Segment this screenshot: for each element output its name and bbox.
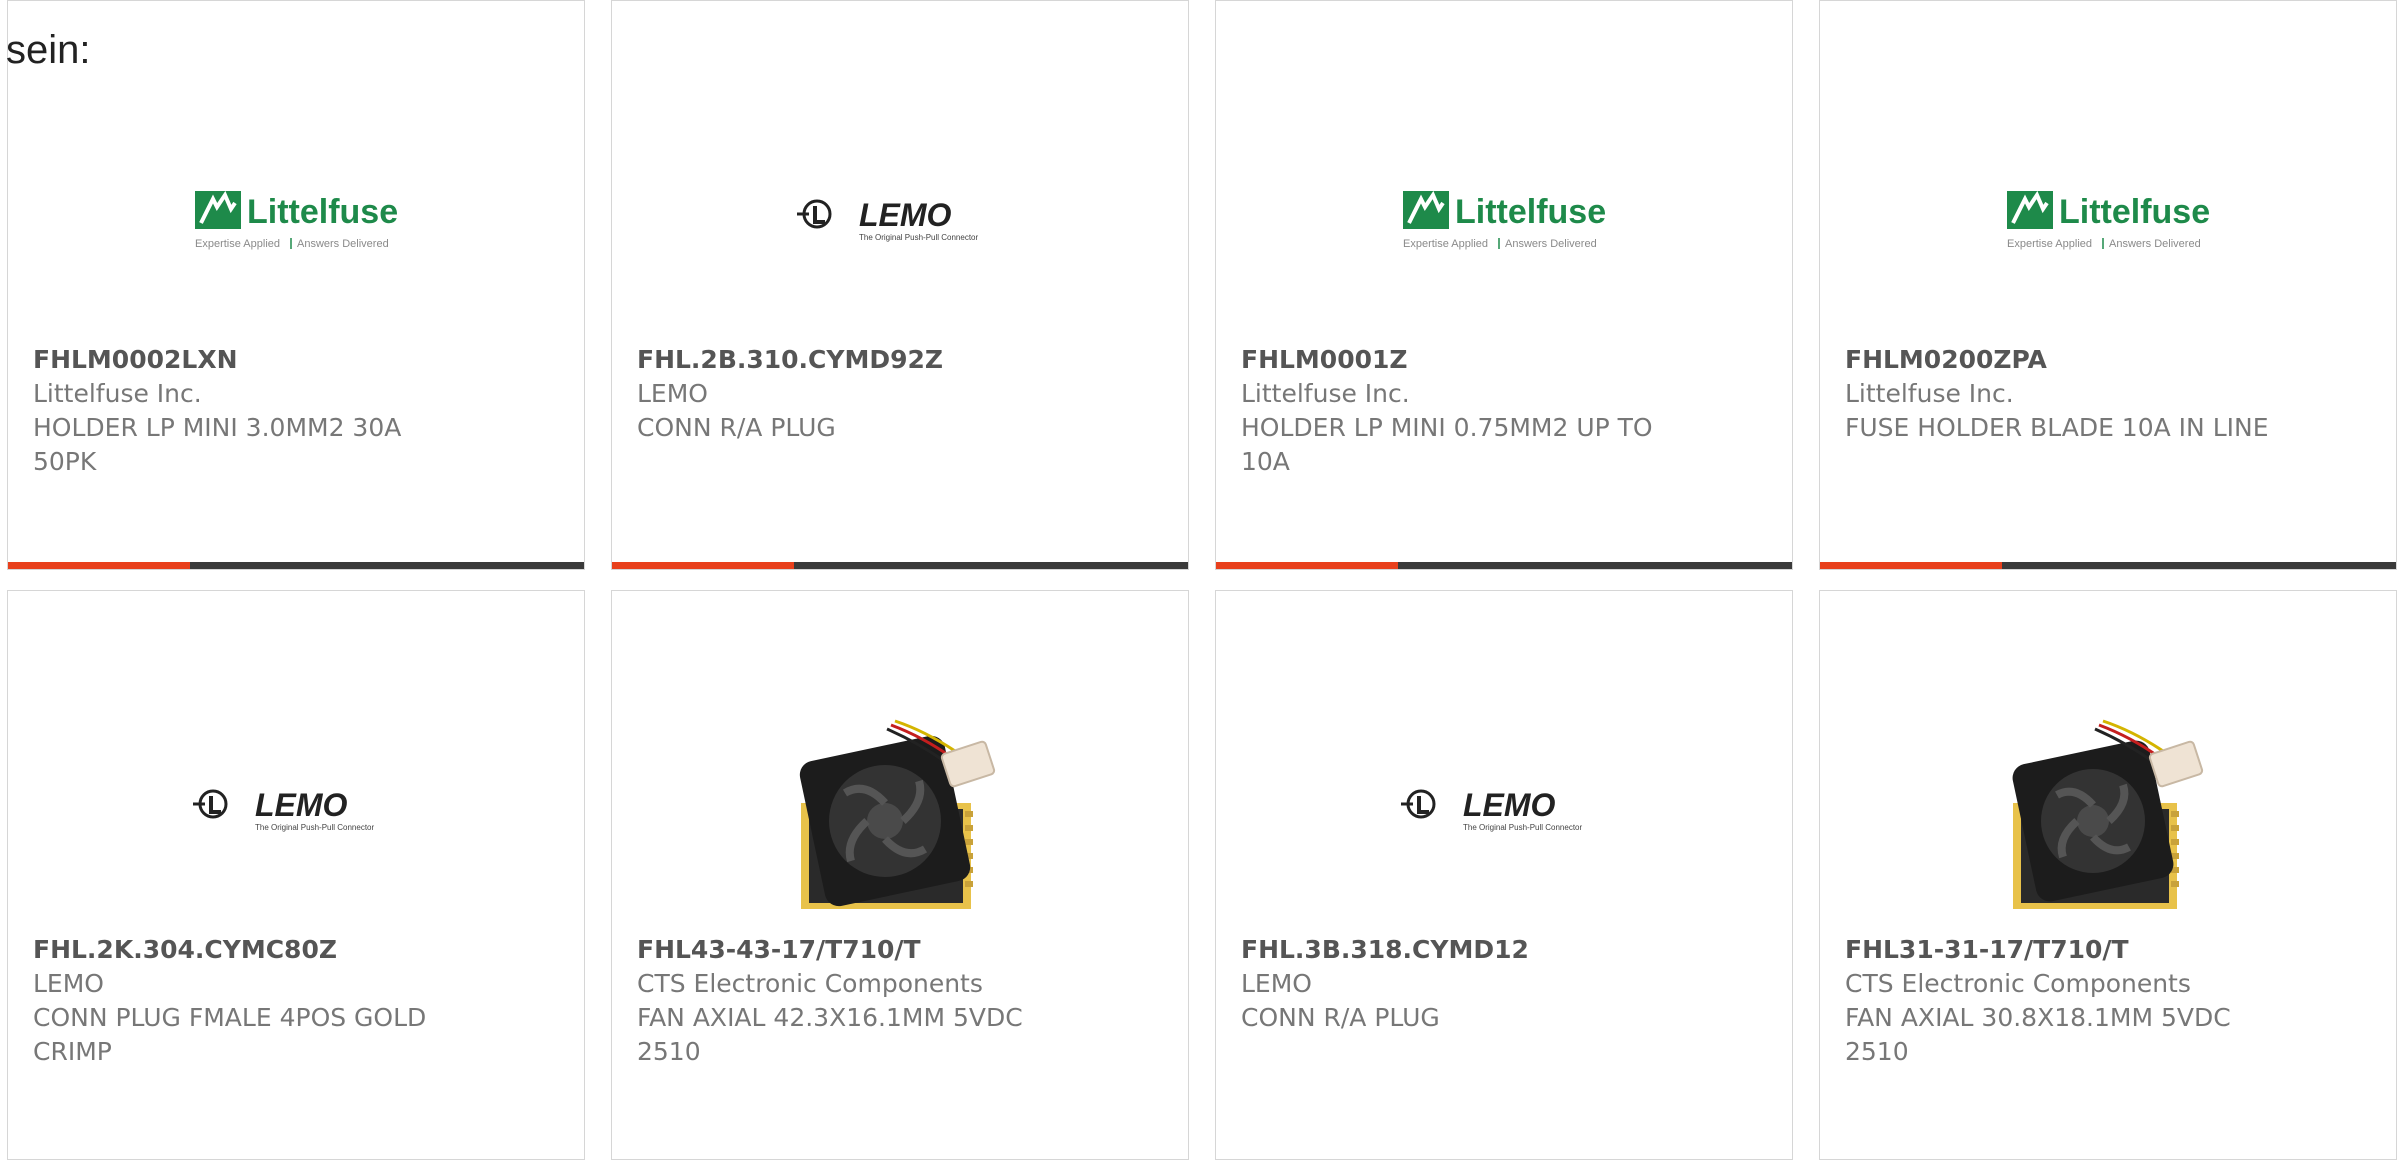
product-card[interactable]: FHL31-31-17/T710/T CTS Electronic Compon…	[1819, 590, 2397, 1160]
product-image[interactable]: Littelfuse Expertise Applied Answers Del…	[8, 121, 584, 321]
lemo-logo: LEMO The Original Push-Pull Connector	[1399, 786, 1609, 836]
littelfuse-wordmark: Littelfuse	[2059, 193, 2210, 231]
part-number[interactable]: FHL31-31-17/T710/T	[1845, 933, 2275, 967]
part-number[interactable]: FHLM0200ZPA	[1845, 343, 2275, 377]
product-description: CONN R/A PLUG	[637, 413, 836, 442]
product-card[interactable]: FHL43-43-17/T710/T CTS Electronic Compon…	[611, 590, 1189, 1160]
manufacturer: LEMO	[637, 379, 708, 408]
product-description: CONN PLUG FMALE 4POS GOLD CRIMP	[33, 1003, 427, 1066]
intro-text: sein:	[6, 28, 91, 72]
lemo-wordmark: LEMO	[1463, 787, 1556, 823]
littelfuse-tagline-left: Expertise Applied	[1403, 238, 1488, 250]
littelfuse-wordmark: Littelfuse	[247, 193, 398, 231]
card-accent	[612, 562, 794, 569]
card-footer-bar	[1820, 562, 2396, 569]
manufacturer: Littelfuse Inc.	[33, 379, 202, 408]
part-number[interactable]: FHL.3B.318.CYMD12	[1241, 933, 1671, 967]
manufacturer: Littelfuse Inc.	[1845, 379, 2014, 408]
littelfuse-tagline-right: Answers Delivered	[1505, 238, 1597, 250]
part-number[interactable]: FHL.2K.304.CYMC80Z	[33, 933, 463, 967]
littelfuse-tagline-right: Answers Delivered	[297, 238, 389, 250]
fan-photo	[2003, 711, 2213, 911]
card-footer-bar	[1216, 562, 1792, 569]
part-number[interactable]: FHLM0001Z	[1241, 343, 1671, 377]
littelfuse-tagline-right: Answers Delivered	[2109, 238, 2201, 250]
littelfuse-logo: Littelfuse Expertise Applied Answers Del…	[191, 185, 401, 257]
part-number[interactable]: FHL43-43-17/T710/T	[637, 933, 1067, 967]
product-card[interactable]: LEMO The Original Push-Pull Connector FH…	[1215, 590, 1793, 1160]
fan-photo	[795, 711, 1005, 911]
lemo-wordmark: LEMO	[255, 787, 348, 823]
littelfuse-tagline-left: Expertise Applied	[195, 238, 280, 250]
lemo-tagline: The Original Push-Pull Connector	[255, 823, 375, 832]
product-image[interactable]: Littelfuse Expertise Applied Answers Del…	[1216, 121, 1792, 321]
card-accent	[1216, 562, 1398, 569]
manufacturer: Littelfuse Inc.	[1241, 379, 1410, 408]
card-accent	[1820, 562, 2002, 569]
product-description: HOLDER LP MINI 0.75MM2 UP TO 10A	[1241, 413, 1653, 476]
product-card[interactable]: Littelfuse Expertise Applied Answers Del…	[7, 0, 585, 570]
card-accent	[8, 562, 190, 569]
part-number[interactable]: FHLM0002LXN	[33, 343, 463, 377]
manufacturer: LEMO	[33, 969, 104, 998]
product-image[interactable]: LEMO The Original Push-Pull Connector	[8, 711, 584, 911]
manufacturer: CTS Electronic Components	[637, 969, 983, 998]
littelfuse-logo: Littelfuse Expertise Applied Answers Del…	[1399, 185, 1609, 257]
littelfuse-wordmark: Littelfuse	[1455, 193, 1606, 231]
product-card[interactable]: LEMO The Original Push-Pull Connector FH…	[7, 590, 585, 1160]
lemo-logo: LEMO The Original Push-Pull Connector	[191, 786, 401, 836]
lemo-logo: LEMO The Original Push-Pull Connector	[795, 196, 1005, 246]
product-description: FUSE HOLDER BLADE 10A IN LINE	[1845, 413, 2269, 442]
product-card[interactable]: Littelfuse Expertise Applied Answers Del…	[1215, 0, 1793, 570]
lemo-tagline: The Original Push-Pull Connector	[1463, 823, 1583, 832]
littelfuse-logo: Littelfuse Expertise Applied Answers Del…	[2003, 185, 2213, 257]
product-card[interactable]: LEMO The Original Push-Pull Connector FH…	[611, 0, 1189, 570]
part-number[interactable]: FHL.2B.310.CYMD92Z	[637, 343, 1067, 377]
card-footer-bar	[8, 562, 584, 569]
product-image[interactable]: LEMO The Original Push-Pull Connector	[1216, 711, 1792, 911]
product-image[interactable]	[612, 711, 1188, 911]
card-footer-bar	[612, 562, 1188, 569]
product-description: FAN AXIAL 30.8X18.1MM 5VDC 2510	[1845, 1003, 2231, 1066]
product-image[interactable]: LEMO The Original Push-Pull Connector	[612, 121, 1188, 321]
littelfuse-tagline-left: Expertise Applied	[2007, 238, 2092, 250]
product-card[interactable]: Littelfuse Expertise Applied Answers Del…	[1819, 0, 2397, 570]
product-image[interactable]	[1820, 711, 2396, 911]
product-description: FAN AXIAL 42.3X16.1MM 5VDC 2510	[637, 1003, 1023, 1066]
manufacturer: LEMO	[1241, 969, 1312, 998]
lemo-wordmark: LEMO	[859, 197, 952, 233]
manufacturer: CTS Electronic Components	[1845, 969, 2191, 998]
product-description: HOLDER LP MINI 3.0MM2 30A 50PK	[33, 413, 402, 476]
lemo-tagline: The Original Push-Pull Connector	[859, 233, 979, 242]
product-image[interactable]: Littelfuse Expertise Applied Answers Del…	[1820, 121, 2396, 321]
product-description: CONN R/A PLUG	[1241, 1003, 1440, 1032]
